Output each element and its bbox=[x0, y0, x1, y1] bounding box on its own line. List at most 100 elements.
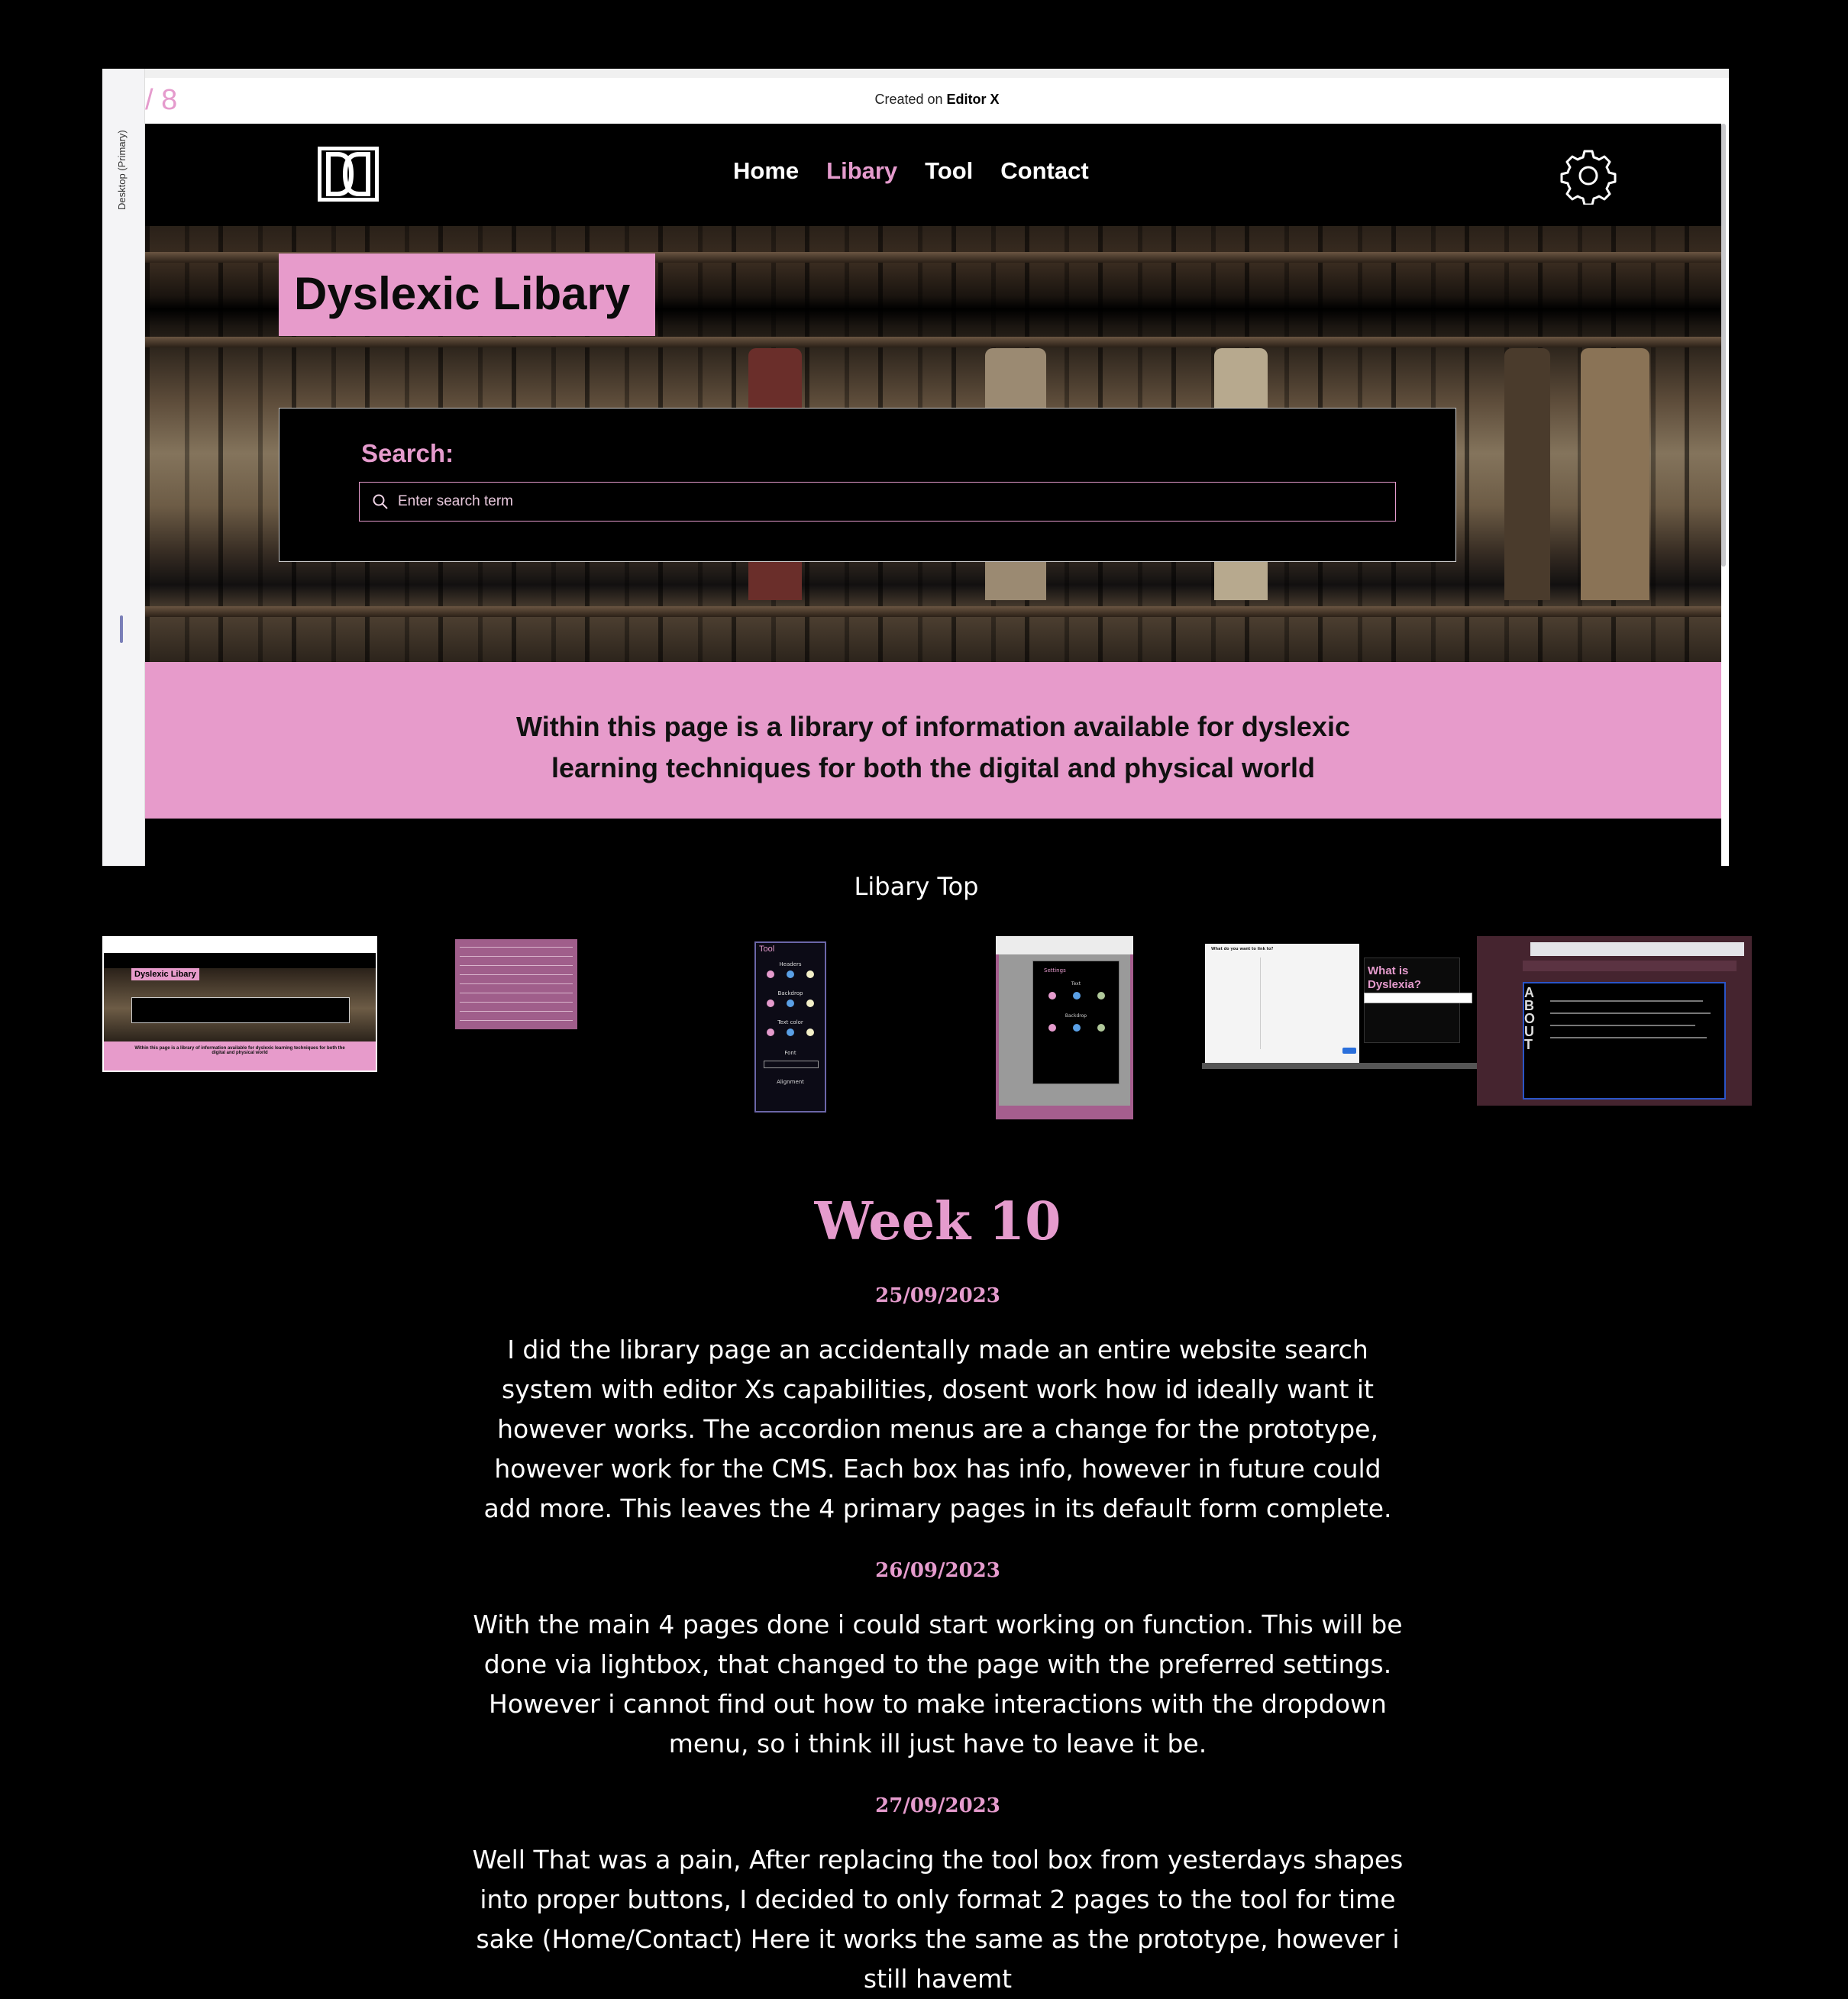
swatch-icon bbox=[806, 1000, 814, 1007]
search-panel: Search: bbox=[279, 408, 1456, 562]
thumb-topbar bbox=[996, 936, 1133, 954]
thumb-band bbox=[999, 1106, 1130, 1119]
site-header: Home Libary Tool Contact bbox=[145, 124, 1721, 226]
swatch-icon bbox=[1073, 992, 1081, 1000]
nav-tool[interactable]: Tool bbox=[925, 157, 973, 185]
search-label: Search: bbox=[361, 439, 454, 467]
thumb-row bbox=[460, 1020, 573, 1021]
thumb-toolbar bbox=[1530, 942, 1744, 956]
website-preview: Home Libary Tool Contact Dyslexic Libary bbox=[145, 124, 1721, 866]
swatch-icon bbox=[1048, 1024, 1056, 1032]
swatch-icon bbox=[787, 1029, 794, 1036]
intro-line-2: learning techniques for both the digital… bbox=[551, 752, 1316, 783]
swatch-icon bbox=[767, 1029, 774, 1036]
thumbnail-link-dialog[interactable]: What do you want to link to? What is Dys… bbox=[1202, 944, 1477, 1072]
thumb-text-line bbox=[1550, 1025, 1695, 1026]
thumb-tool-title: Tool bbox=[759, 945, 775, 954]
slide-caption: Libary Top bbox=[854, 872, 979, 901]
site-logo-icon[interactable] bbox=[318, 147, 379, 202]
thumb-dialog-question: What do you want to link to? bbox=[1211, 947, 1274, 951]
swatch-icon bbox=[767, 1000, 774, 1007]
thumb-section: Text bbox=[1071, 981, 1081, 987]
editor-x-brand[interactable]: Editor X bbox=[947, 92, 1000, 107]
thumb-dialog-options bbox=[1211, 958, 1261, 1049]
thumb-section: Alignment bbox=[777, 1079, 804, 1085]
thumbnail-settings[interactable]: Settings Text Backdrop bbox=[996, 936, 1133, 1119]
swatch-icon bbox=[1097, 992, 1105, 1000]
thumb-preview-heading: What is Dyslexia? bbox=[1368, 964, 1422, 991]
intro-band: Within this page is a library of informa… bbox=[145, 662, 1721, 819]
thumb-text-line bbox=[1550, 1037, 1707, 1038]
created-on-bar: Created on Editor X bbox=[145, 69, 1729, 124]
thumb-row bbox=[460, 947, 573, 948]
thumb-row bbox=[460, 1002, 573, 1003]
thumb-text-line bbox=[1550, 1012, 1711, 1014]
thumb-topbar bbox=[104, 938, 376, 953]
thumbnail-libary-top[interactable]: Dyslexic Libary Within this page is a li… bbox=[102, 936, 377, 1072]
main-nav: Home Libary Tool Contact bbox=[733, 157, 1089, 185]
entry-date: 27/09/2023 bbox=[875, 1794, 1000, 1817]
thumb-text-line bbox=[1550, 1000, 1703, 1002]
entry-date: 25/09/2023 bbox=[875, 1284, 1000, 1307]
device-label: Desktop (Primary) bbox=[116, 130, 128, 210]
bookshelf-rail bbox=[145, 337, 1721, 347]
thumbnail-tool-panel[interactable]: Tool Headers Backdrop Text color Font Al… bbox=[754, 941, 826, 1113]
entry-date: 26/09/2023 bbox=[875, 1559, 1000, 1582]
swatch-icon bbox=[787, 1000, 794, 1007]
book-spine bbox=[1581, 348, 1649, 600]
entry-text: I did the library page an accidentally m… bbox=[483, 1335, 1392, 1523]
entry-text: Well That was a pain, After replacing th… bbox=[472, 1845, 1404, 1994]
thumb-font-select bbox=[764, 1061, 819, 1068]
hero-section: Dyslexic Libary Search: bbox=[145, 226, 1721, 664]
nav-libary[interactable]: Libary bbox=[826, 157, 897, 185]
scrollbar[interactable] bbox=[1721, 124, 1726, 567]
resize-handle[interactable] bbox=[120, 615, 123, 643]
thumb-search bbox=[131, 997, 350, 1023]
thumb-done-button bbox=[1342, 1048, 1356, 1054]
thumb-row bbox=[460, 983, 573, 984]
thumb-bar bbox=[1523, 961, 1737, 971]
thumb-bottom-strip bbox=[1202, 1063, 1477, 1069]
swatch-icon bbox=[1048, 992, 1056, 1000]
search-input[interactable] bbox=[398, 483, 1375, 521]
thumb-about-vertical: ABOUT bbox=[1524, 985, 1536, 1052]
thumbnail-accordion[interactable] bbox=[455, 939, 577, 1029]
page-title: Dyslexic Libary bbox=[294, 268, 631, 319]
week-title: Week 10 bbox=[814, 1191, 1061, 1252]
thumb-row bbox=[460, 1011, 573, 1012]
bookshelf-rail bbox=[145, 606, 1721, 617]
thumb-section: Headers bbox=[779, 961, 802, 967]
search-icon bbox=[373, 494, 388, 509]
intro-text: Within this page is a library of informa… bbox=[145, 706, 1721, 789]
swatch-icon bbox=[806, 1029, 814, 1036]
slide-preview: Desktop (Primary) Created on Editor X / … bbox=[102, 69, 1729, 866]
site-section-below bbox=[145, 819, 1721, 866]
nav-home[interactable]: Home bbox=[733, 157, 799, 185]
swatch-icon bbox=[806, 970, 814, 978]
thumb-band: Within this page is a library of informa… bbox=[104, 1041, 376, 1071]
device-rail: Desktop (Primary) bbox=[102, 69, 145, 866]
book-spine bbox=[1504, 348, 1550, 600]
swatch-icon bbox=[787, 970, 794, 978]
swatch-icon bbox=[767, 970, 774, 978]
intro-line-1: Within this page is a library of informa… bbox=[516, 711, 1350, 742]
thumb-dialog: What do you want to link to? bbox=[1205, 944, 1359, 1066]
thumb-section: Backdrop bbox=[777, 990, 803, 996]
nav-contact[interactable]: Contact bbox=[1000, 157, 1088, 185]
thumb-section: Backdrop bbox=[1065, 1013, 1087, 1019]
thumb-section: Font bbox=[784, 1050, 796, 1056]
slide-counter: / 8 bbox=[145, 84, 178, 116]
swatch-icon bbox=[1073, 1024, 1081, 1032]
search-box[interactable] bbox=[359, 482, 1396, 522]
thumb-settings-title: Settings bbox=[1044, 967, 1066, 974]
swatch-icon bbox=[1097, 1024, 1105, 1032]
created-on-text: Created on Editor X bbox=[874, 92, 1000, 107]
thumbnail-about[interactable]: ABOUT bbox=[1477, 936, 1752, 1106]
thumb-title: Dyslexic Libary bbox=[131, 968, 199, 980]
thumb-row bbox=[460, 965, 573, 966]
thumb-settings-panel: Settings Text Backdrop bbox=[1032, 961, 1119, 1084]
gear-icon[interactable] bbox=[1559, 147, 1617, 205]
thumb-row bbox=[460, 956, 573, 957]
thumb-row bbox=[460, 974, 573, 975]
hero-title-box: Dyslexic Libary bbox=[279, 254, 655, 336]
